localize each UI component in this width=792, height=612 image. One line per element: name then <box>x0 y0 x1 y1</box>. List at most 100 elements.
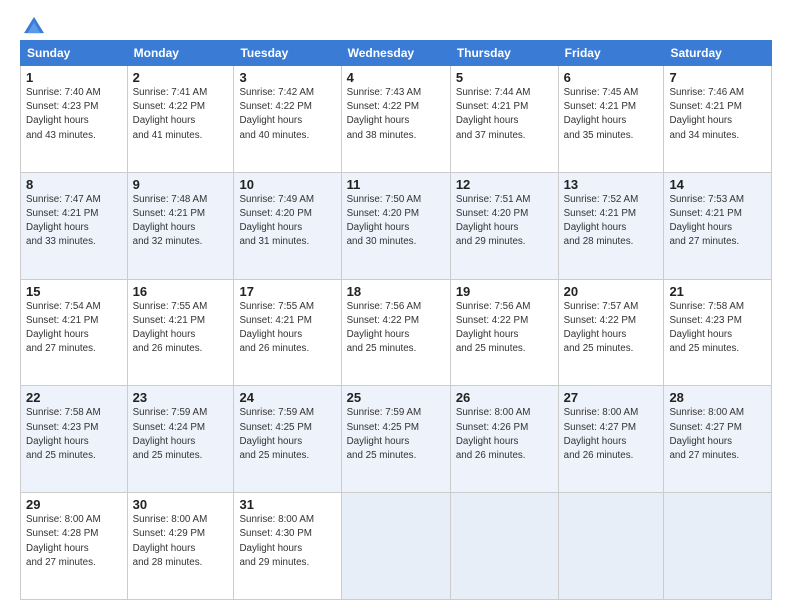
day-info: Sunrise: 7:54 AMSunset: 4:21 PMDaylight … <box>26 301 101 355</box>
day-number: 22 <box>26 390 122 405</box>
calendar-cell: 9 Sunrise: 7:48 AMSunset: 4:21 PMDaylight… <box>127 172 234 279</box>
day-number: 23 <box>133 390 229 405</box>
day-info: Sunrise: 7:58 AMSunset: 4:23 PMDaylight … <box>26 407 101 461</box>
calendar-cell: 19 Sunrise: 7:56 AMSunset: 4:22 PMDayligh… <box>450 279 558 386</box>
day-number: 7 <box>669 70 766 85</box>
day-info: Sunrise: 7:55 AMSunset: 4:21 PMDaylight … <box>239 301 314 355</box>
calendar-header-saturday: Saturday <box>664 41 772 66</box>
calendar-cell: 22 Sunrise: 7:58 AMSunset: 4:23 PMDayligh… <box>21 386 128 493</box>
calendar-cell <box>664 493 772 600</box>
day-number: 26 <box>456 390 553 405</box>
calendar-header-wednesday: Wednesday <box>341 41 450 66</box>
day-info: Sunrise: 8:00 AMSunset: 4:27 PMDaylight … <box>564 407 639 461</box>
day-number: 9 <box>133 177 229 192</box>
day-info: Sunrise: 7:49 AMSunset: 4:20 PMDaylight … <box>239 194 314 248</box>
day-info: Sunrise: 8:00 AMSunset: 4:27 PMDaylight … <box>669 407 744 461</box>
logo <box>20 16 44 32</box>
day-info: Sunrise: 7:42 AMSunset: 4:22 PMDaylight … <box>239 87 314 141</box>
day-number: 30 <box>133 497 229 512</box>
day-number: 2 <box>133 70 229 85</box>
day-number: 1 <box>26 70 122 85</box>
day-number: 19 <box>456 284 553 299</box>
calendar-table: SundayMondayTuesdayWednesdayThursdayFrid… <box>20 40 772 600</box>
day-number: 18 <box>347 284 445 299</box>
day-number: 11 <box>347 177 445 192</box>
day-number: 31 <box>239 497 335 512</box>
day-info: Sunrise: 7:59 AMSunset: 4:25 PMDaylight … <box>239 407 314 461</box>
calendar-week-2: 8 Sunrise: 7:47 AMSunset: 4:21 PMDaylight… <box>21 172 772 279</box>
calendar-cell: 2 Sunrise: 7:41 AMSunset: 4:22 PMDaylight… <box>127 66 234 173</box>
calendar-cell: 25 Sunrise: 7:59 AMSunset: 4:25 PMDayligh… <box>341 386 450 493</box>
calendar-week-4: 22 Sunrise: 7:58 AMSunset: 4:23 PMDayligh… <box>21 386 772 493</box>
calendar-cell: 31 Sunrise: 8:00 AMSunset: 4:30 PMDayligh… <box>234 493 341 600</box>
day-number: 12 <box>456 177 553 192</box>
day-number: 13 <box>564 177 659 192</box>
calendar-cell: 12Sunrise: 7:51 AMSunset: 4:20 PMDayligh… <box>450 172 558 279</box>
day-number: 17 <box>239 284 335 299</box>
calendar-header-sunday: Sunday <box>21 41 128 66</box>
day-info: Sunrise: 7:48 AMSunset: 4:21 PMDaylight … <box>133 194 208 248</box>
day-number: 15 <box>26 284 122 299</box>
calendar-cell: 1 Sunrise: 7:40 AMSunset: 4:23 PMDaylight… <box>21 66 128 173</box>
day-number: 20 <box>564 284 659 299</box>
calendar-cell: 10 Sunrise: 7:49 AMSunset: 4:20 PMDayligh… <box>234 172 341 279</box>
calendar-header-row: SundayMondayTuesdayWednesdayThursdayFrid… <box>21 41 772 66</box>
calendar-cell: 14Sunrise: 7:53 AMSunset: 4:21 PMDayligh… <box>664 172 772 279</box>
calendar-cell: 17 Sunrise: 7:55 AMSunset: 4:21 PMDayligh… <box>234 279 341 386</box>
calendar-cell: 28 Sunrise: 8:00 AMSunset: 4:27 PMDayligh… <box>664 386 772 493</box>
day-number: 29 <box>26 497 122 512</box>
calendar-cell: 29 Sunrise: 8:00 AMSunset: 4:28 PMDayligh… <box>21 493 128 600</box>
calendar-cell: 26 Sunrise: 8:00 AMSunset: 4:26 PMDayligh… <box>450 386 558 493</box>
calendar-cell <box>341 493 450 600</box>
day-number: 10 <box>239 177 335 192</box>
calendar-cell: 23 Sunrise: 7:59 AMSunset: 4:24 PMDayligh… <box>127 386 234 493</box>
day-number: 24 <box>239 390 335 405</box>
day-info: Sunrise: 7:57 AMSunset: 4:22 PMDaylight … <box>564 301 639 355</box>
calendar-cell: 8 Sunrise: 7:47 AMSunset: 4:21 PMDaylight… <box>21 172 128 279</box>
day-number: 27 <box>564 390 659 405</box>
calendar-header-tuesday: Tuesday <box>234 41 341 66</box>
calendar-cell: 4 Sunrise: 7:43 AMSunset: 4:22 PMDaylight… <box>341 66 450 173</box>
day-info: Sunrise: 8:00 AMSunset: 4:30 PMDaylight … <box>239 514 314 568</box>
day-info: Sunrise: 7:59 AMSunset: 4:25 PMDaylight … <box>347 407 422 461</box>
calendar-week-5: 29 Sunrise: 8:00 AMSunset: 4:28 PMDayligh… <box>21 493 772 600</box>
day-number: 25 <box>347 390 445 405</box>
calendar-cell: 3 Sunrise: 7:42 AMSunset: 4:22 PMDaylight… <box>234 66 341 173</box>
day-number: 21 <box>669 284 766 299</box>
day-info: Sunrise: 7:59 AMSunset: 4:24 PMDaylight … <box>133 407 208 461</box>
day-number: 3 <box>239 70 335 85</box>
day-number: 8 <box>26 177 122 192</box>
day-number: 5 <box>456 70 553 85</box>
day-info: Sunrise: 7:43 AMSunset: 4:22 PMDaylight … <box>347 87 422 141</box>
day-info: Sunrise: 7:44 AMSunset: 4:21 PMDaylight … <box>456 87 531 141</box>
calendar-week-3: 15 Sunrise: 7:54 AMSunset: 4:21 PMDayligh… <box>21 279 772 386</box>
calendar-cell: 24 Sunrise: 7:59 AMSunset: 4:25 PMDayligh… <box>234 386 341 493</box>
calendar-cell: 6Sunrise: 7:45 AMSunset: 4:21 PMDaylight… <box>558 66 664 173</box>
calendar-cell: 15 Sunrise: 7:54 AMSunset: 4:21 PMDayligh… <box>21 279 128 386</box>
day-info: Sunrise: 7:52 AMSunset: 4:21 PMDaylight … <box>564 194 639 248</box>
calendar-cell: 18Sunrise: 7:56 AMSunset: 4:22 PMDayligh… <box>341 279 450 386</box>
day-info: Sunrise: 7:47 AMSunset: 4:21 PMDaylight … <box>26 194 101 248</box>
day-number: 28 <box>669 390 766 405</box>
day-info: Sunrise: 7:40 AMSunset: 4:23 PMDaylight … <box>26 87 101 141</box>
calendar-cell <box>450 493 558 600</box>
calendar-cell: 16 Sunrise: 7:55 AMSunset: 4:21 PMDayligh… <box>127 279 234 386</box>
calendar-header-friday: Friday <box>558 41 664 66</box>
calendar-cell: 11 Sunrise: 7:50 AMSunset: 4:20 PMDayligh… <box>341 172 450 279</box>
day-info: Sunrise: 7:55 AMSunset: 4:21 PMDaylight … <box>133 301 208 355</box>
day-number: 6 <box>564 70 659 85</box>
day-number: 16 <box>133 284 229 299</box>
calendar-cell: 27 Sunrise: 8:00 AMSunset: 4:27 PMDayligh… <box>558 386 664 493</box>
day-info: Sunrise: 7:56 AMSunset: 4:22 PMDaylight … <box>456 301 531 355</box>
day-info: Sunrise: 8:00 AMSunset: 4:26 PMDaylight … <box>456 407 531 461</box>
day-info: Sunrise: 8:00 AMSunset: 4:28 PMDaylight … <box>26 514 101 568</box>
calendar-cell: 13 Sunrise: 7:52 AMSunset: 4:21 PMDayligh… <box>558 172 664 279</box>
calendar-week-1: 1 Sunrise: 7:40 AMSunset: 4:23 PMDaylight… <box>21 66 772 173</box>
day-info: Sunrise: 7:46 AMSunset: 4:21 PMDaylight … <box>669 87 744 141</box>
day-info: Sunrise: 7:50 AMSunset: 4:20 PMDaylight … <box>347 194 422 248</box>
calendar-cell: 20 Sunrise: 7:57 AMSunset: 4:22 PMDayligh… <box>558 279 664 386</box>
day-info: Sunrise: 7:58 AMSunset: 4:23 PMDaylight … <box>669 301 744 355</box>
day-number: 4 <box>347 70 445 85</box>
day-info: Sunrise: 7:41 AMSunset: 4:22 PMDaylight … <box>133 87 208 141</box>
day-info: Sunrise: 7:53 AMSunset: 4:21 PMDaylight … <box>669 194 744 248</box>
